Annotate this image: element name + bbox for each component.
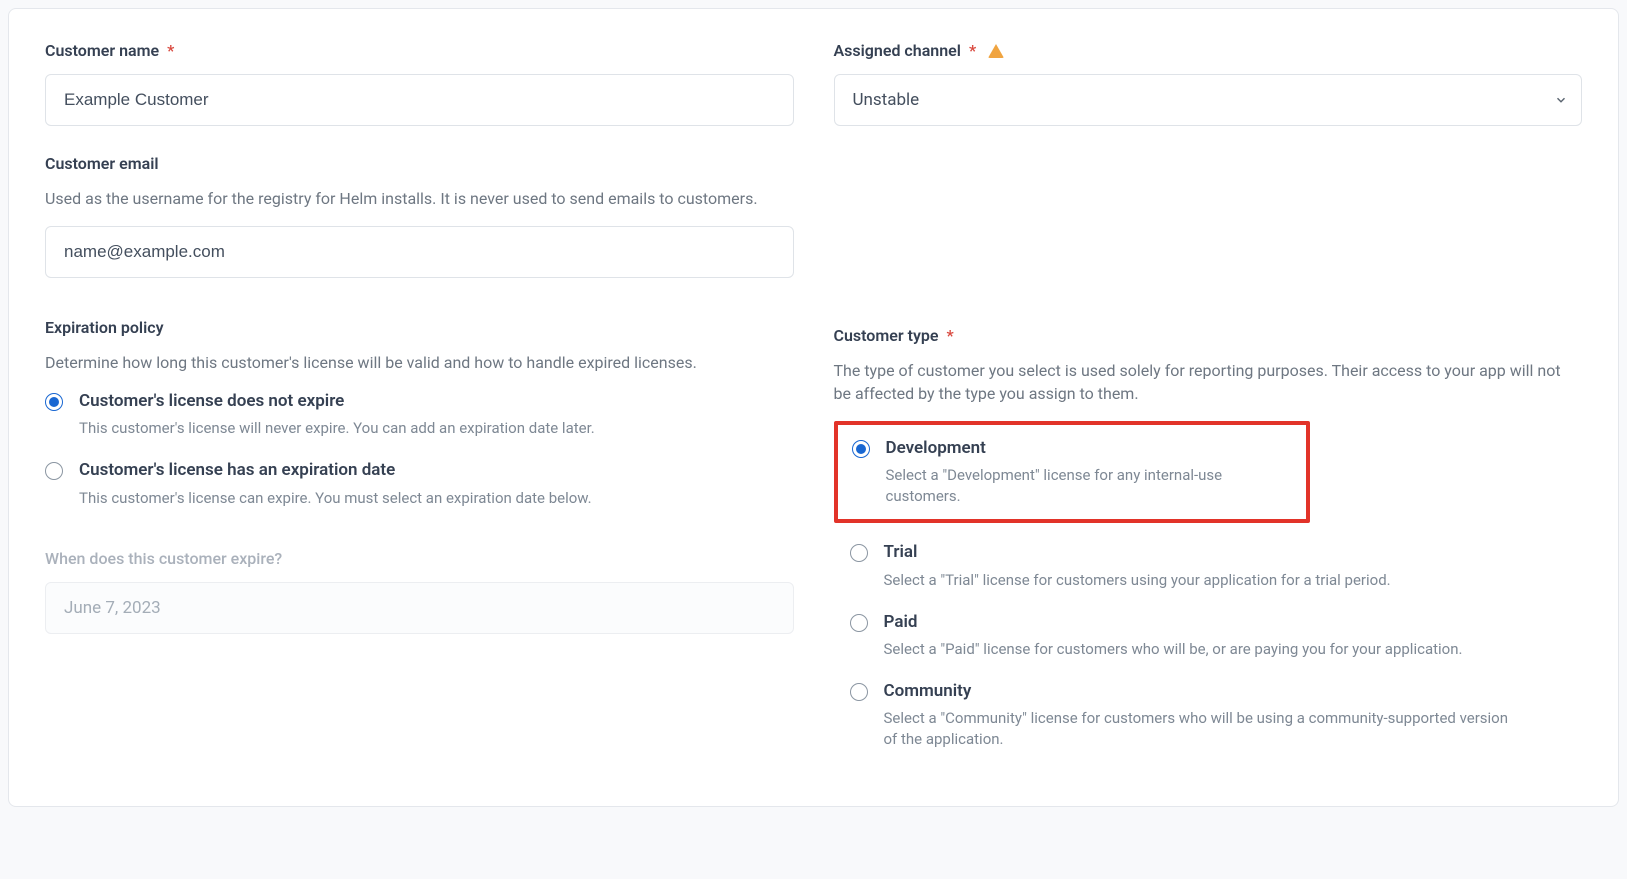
customer-name-label: Customer name *: [45, 41, 174, 60]
customer-name-block: Customer name *: [45, 41, 794, 126]
radio-no-expire-body: Customer's license does not expire This …: [79, 390, 595, 439]
customer-email-block: Customer email Used as the username for …: [45, 154, 794, 278]
required-star-icon: *: [947, 326, 954, 345]
assigned-channel-label: Assigned channel *: [834, 41, 1005, 60]
radio-no-expire-title: Customer's license does not expire: [79, 390, 595, 412]
radio-dot-icon: [856, 444, 866, 454]
development-highlight-box: Development Select a "Development" licen…: [834, 421, 1310, 523]
radio-has-expire-desc: This customer's license can expire. You …: [79, 488, 592, 509]
expire-date-input[interactable]: June 7, 2023: [45, 582, 794, 634]
radio-no-expire-row[interactable]: Customer's license does not expire This …: [45, 390, 794, 439]
customer-email-label: Customer email: [45, 154, 159, 173]
required-star-icon: *: [969, 41, 976, 60]
chevron-down-icon: [1554, 93, 1568, 107]
radio-has-expire-row[interactable]: Customer's license has an expiration dat…: [45, 459, 794, 508]
customer-email-help: Used as the username for the registry fo…: [45, 187, 794, 210]
radio-has-expire-control[interactable]: [45, 462, 63, 480]
expiration-policy-label: Expiration policy: [45, 318, 164, 337]
radio-trial-body: Trial Select a "Trial" license for custo…: [884, 541, 1391, 590]
expiration-policy-block: Expiration policy Determine how long thi…: [45, 318, 794, 508]
radio-trial-desc: Select a "Trial" license for customers u…: [884, 570, 1391, 591]
radio-community-title: Community: [884, 680, 1524, 702]
customer-type-label: Customer type *: [834, 326, 954, 345]
radio-paid-control[interactable]: [850, 614, 868, 632]
form-columns: Customer name * Customer email Used as t…: [45, 41, 1582, 778]
assigned-channel-select-wrap: Unstable: [834, 74, 1583, 126]
customer-name-input[interactable]: [45, 74, 794, 126]
radio-no-expire-desc: This customer's license will never expir…: [79, 418, 595, 439]
expire-date-block: When does this customer expire? June 7, …: [45, 549, 794, 634]
radio-paid-body: Paid Select a "Paid" license for custome…: [884, 611, 1463, 660]
assigned-channel-select[interactable]: Unstable: [834, 74, 1583, 126]
left-column: Customer name * Customer email Used as t…: [45, 41, 794, 778]
radio-development-control[interactable]: [852, 440, 870, 458]
customer-email-input[interactable]: [45, 226, 794, 278]
customer-type-block: Customer type * The type of customer you…: [834, 326, 1583, 750]
customer-form-card: Customer name * Customer email Used as t…: [8, 8, 1619, 807]
radio-trial-title: Trial: [884, 541, 1391, 563]
assigned-channel-value: Unstable: [853, 90, 920, 110]
radio-development-body: Development Select a "Development" licen…: [886, 437, 1292, 507]
radio-community-desc: Select a "Community" license for custome…: [884, 708, 1524, 750]
radio-no-expire-control[interactable]: [45, 393, 63, 411]
customer-type-radio-group: Trial Select a "Trial" license for custo…: [834, 541, 1583, 749]
radio-community-body: Community Select a "Community" license f…: [884, 680, 1524, 750]
radio-paid-title: Paid: [884, 611, 1463, 633]
radio-paid-desc: Select a "Paid" license for customers wh…: [884, 639, 1463, 660]
radio-trial-row[interactable]: Trial Select a "Trial" license for custo…: [850, 541, 1583, 590]
radio-community-control[interactable]: [850, 683, 868, 701]
radio-development-row[interactable]: Development Select a "Development" licen…: [852, 437, 1292, 507]
expiration-policy-label-text: Expiration policy: [45, 318, 164, 337]
customer-name-label-text: Customer name: [45, 41, 159, 60]
expiration-radio-group: Customer's license does not expire This …: [45, 390, 794, 508]
expire-date-value: June 7, 2023: [64, 598, 161, 618]
expiration-policy-help: Determine how long this customer's licen…: [45, 351, 794, 374]
assigned-channel-label-text: Assigned channel: [834, 41, 961, 60]
customer-type-help: The type of customer you select is used …: [834, 359, 1583, 405]
radio-trial-control[interactable]: [850, 544, 868, 562]
radio-has-expire-title: Customer's license has an expiration dat…: [79, 459, 592, 481]
warning-triangle-icon: [988, 44, 1004, 58]
radio-development-desc: Select a "Development" license for any i…: [886, 465, 1292, 507]
radio-has-expire-body: Customer's license has an expiration dat…: [79, 459, 592, 508]
radio-paid-row[interactable]: Paid Select a "Paid" license for custome…: [850, 611, 1583, 660]
right-column: Assigned channel * Unstable Customer type…: [834, 41, 1583, 778]
radio-community-row[interactable]: Community Select a "Community" license f…: [850, 680, 1583, 750]
expire-date-label-text: When does this customer expire?: [45, 549, 282, 568]
radio-dot-icon: [49, 397, 59, 407]
assigned-channel-block: Assigned channel * Unstable: [834, 41, 1583, 126]
required-star-icon: *: [167, 41, 174, 60]
customer-email-label-text: Customer email: [45, 154, 159, 173]
expire-date-label: When does this customer expire?: [45, 549, 282, 568]
customer-type-label-text: Customer type: [834, 326, 939, 345]
radio-development-title: Development: [886, 437, 1292, 459]
